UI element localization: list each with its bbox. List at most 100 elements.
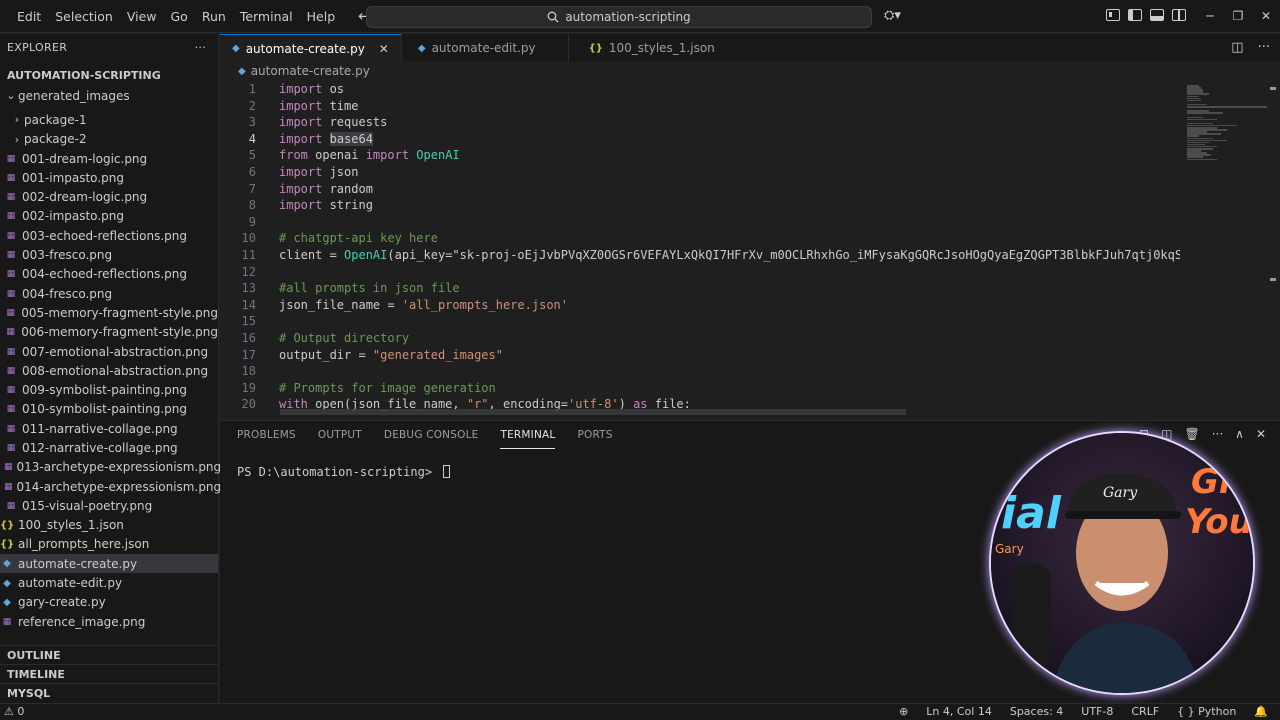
code-line[interactable]: 13 #all prompts in json file — [220, 280, 1180, 297]
tab-output[interactable]: OUTPUT — [318, 421, 362, 449]
code-line[interactable]: 2 import time — [220, 98, 1180, 115]
tree-item[interactable]: ◆ automate-create.py — [0, 554, 218, 574]
tree-item[interactable]: ▦ 001-dream-logic.png — [0, 149, 218, 168]
code-line[interactable]: 4 import base64 — [220, 131, 1180, 148]
menu-edit[interactable]: Edit — [10, 0, 48, 33]
tree-item[interactable]: ◆ automate-edit.py — [0, 573, 218, 592]
section-mysql[interactable]: MYSQL — [0, 683, 219, 702]
close-panel-icon[interactable]: ✕ — [1256, 427, 1266, 441]
code-line[interactable]: 3 import requests — [220, 114, 1180, 131]
chevron-down-icon[interactable]: ⌄ — [4, 89, 18, 102]
tree-item[interactable]: ▦ 001-impasto.png — [0, 168, 218, 187]
horizontal-scrollbar[interactable] — [280, 409, 906, 415]
code-line[interactable]: 6 import json — [220, 164, 1180, 181]
tab-terminal[interactable]: TERMINAL — [500, 421, 556, 449]
tree-item[interactable]: ▦ 002-impasto.png — [0, 207, 218, 226]
customize-layout-icon[interactable] — [1106, 9, 1120, 21]
menu-selection[interactable]: Selection — [48, 0, 120, 33]
split-editor-icon[interactable]: ◫ — [1231, 40, 1243, 55]
tree-item[interactable]: ▦ 004-echoed-reflections.png — [0, 265, 218, 284]
menu-go[interactable]: Go — [164, 0, 195, 33]
toggle-panel-icon[interactable] — [1150, 9, 1164, 21]
code-line[interactable]: 10 # chatgpt-api key here — [220, 230, 1180, 247]
tree-item[interactable]: ▦ 005-memory-fragment-style.png — [0, 303, 218, 322]
code-line[interactable]: 15 — [220, 313, 1180, 330]
minimap[interactable] — [1183, 81, 1268, 416]
more-actions-icon[interactable]: ··· — [1258, 40, 1270, 55]
menu-terminal[interactable]: Terminal — [233, 0, 300, 33]
workspace-folder[interactable]: AUTOMATION-SCRIPTING — [0, 64, 218, 86]
code-line[interactable]: 16 # Output directory — [220, 330, 1180, 347]
code-line[interactable]: 8 import string — [220, 197, 1180, 214]
tab-100-styles[interactable]: {} 100_styles_1.json — [569, 34, 727, 62]
code-line[interactable]: 12 — [220, 264, 1180, 281]
tree-item[interactable]: ▦ 010-symbolist-painting.png — [0, 400, 218, 419]
code-line[interactable]: 1 import os — [220, 81, 1180, 98]
code-line[interactable]: 11 client = OpenAI(api_key="sk-proj-oEjJv… — [220, 247, 1180, 264]
code-line[interactable]: 19 # Prompts for image generation — [220, 380, 1180, 397]
code-line[interactable]: 9 — [220, 214, 1180, 231]
vertical-scrollbar[interactable] — [1268, 81, 1280, 416]
section-timeline[interactable]: TIMELINE — [0, 664, 219, 683]
problems-status[interactable]: ⚠ 0 — [4, 705, 24, 718]
tree-item[interactable]: ▦ 013-archetype-expressionism.png — [0, 458, 221, 477]
tree-item[interactable]: {} all_prompts_here.json — [0, 535, 218, 554]
restore-icon[interactable]: ❐ — [1224, 0, 1252, 33]
breadcrumb[interactable]: ◆ automate-create.py — [238, 64, 370, 78]
maximize-panel-icon[interactable]: ∧ — [1235, 427, 1244, 441]
tree-item[interactable]: ▦ 003-echoed-reflections.png — [0, 226, 218, 245]
code-line[interactable]: 17 output_dir = "generated_images" — [220, 347, 1180, 364]
tree-item[interactable]: ◆ gary-create.py — [0, 593, 218, 612]
toggle-primary-sidebar-icon[interactable] — [1128, 9, 1142, 21]
tree-item[interactable]: ▦ 002-dream-logic.png — [0, 187, 218, 206]
trash-icon[interactable]: 🗑 — [1184, 427, 1199, 441]
tree-item[interactable]: ▦ 012-narrative-collage.png — [0, 438, 218, 457]
section-outline[interactable]: OUTLINE — [0, 645, 219, 664]
tree-item[interactable]: ▦ 006-memory-fragment-style.png — [0, 323, 218, 342]
cursor-position[interactable]: Ln 4, Col 14 — [926, 705, 992, 718]
tree-item[interactable]: ▦ reference_image.png — [0, 612, 218, 631]
more-actions-icon[interactable]: ··· — [1212, 427, 1223, 441]
chevron-right-icon[interactable]: › — [10, 133, 24, 146]
tree-item[interactable]: ▦ 009-symbolist-painting.png — [0, 380, 218, 399]
menu-run[interactable]: Run — [195, 0, 233, 33]
indentation[interactable]: Spaces: 4 — [1010, 705, 1063, 718]
menu-help[interactable]: Help — [300, 0, 343, 33]
tab-debug-console[interactable]: DEBUG CONSOLE — [384, 421, 479, 449]
command-center-search[interactable]: automation-scripting — [366, 6, 872, 28]
close-icon[interactable]: ✕ — [379, 42, 389, 56]
code-line[interactable]: 7 import random — [220, 181, 1180, 198]
tree-item[interactable]: {} 100_styles_1.json — [0, 516, 218, 535]
code-line[interactable]: 18 — [220, 363, 1180, 380]
code-editor[interactable]: 1 import os 2 import time 3 import requests 4 i… — [220, 81, 1180, 416]
encoding[interactable]: UTF-8 — [1081, 705, 1113, 718]
menu-view[interactable]: View — [120, 0, 164, 33]
end-of-line[interactable]: CRLF — [1131, 705, 1159, 718]
tab-automate-edit[interactable]: ◆ automate-edit.py — [402, 34, 569, 62]
tab-problems[interactable]: PROBLEMS — [237, 421, 296, 449]
tab-ports[interactable]: PORTS — [577, 421, 612, 449]
notifications-icon[interactable]: 🔔 — [1254, 705, 1268, 718]
tree-item[interactable]: › package-2 — [0, 130, 218, 149]
chevron-right-icon[interactable]: › — [10, 113, 24, 126]
tree-item[interactable]: ▦ 015-visual-poetry.png — [0, 496, 218, 515]
tree-item[interactable]: ▦ 014-archetype-expressionism.png — [0, 477, 221, 496]
tree-item[interactable]: ▦ 003-fresco.png — [0, 245, 218, 264]
tree-item[interactable]: ▦ 004-fresco.png — [0, 284, 218, 303]
toggle-secondary-sidebar-icon[interactable] — [1172, 9, 1186, 21]
code-line[interactable]: 5 from openai import OpenAI — [220, 147, 1180, 164]
tab-automate-create[interactable]: ◆ automate-create.py ✕ — [220, 34, 402, 62]
terminal[interactable]: PS D:\automation-scripting> — [237, 465, 451, 479]
copilot-icon[interactable]: ⛭▾ — [884, 8, 901, 23]
tree-item[interactable]: ▦ 007-emotional-abstraction.png — [0, 342, 218, 361]
tree-item[interactable]: ▦ 011-narrative-collage.png — [0, 419, 218, 438]
minimize-icon[interactable]: ─ — [1196, 0, 1224, 33]
close-window-icon[interactable]: ✕ — [1252, 0, 1280, 33]
tree-item[interactable]: ▦ 008-emotional-abstraction.png — [0, 361, 218, 380]
zoom-icon[interactable]: ⊕ — [899, 705, 908, 718]
tree-item[interactable]: ⌄ generated_images — [0, 86, 218, 105]
more-actions-icon[interactable]: ··· — [195, 41, 206, 54]
language-mode[interactable]: { } Python — [1177, 705, 1236, 718]
tree-item[interactable]: › package-1 — [0, 110, 218, 129]
code-line[interactable]: 14 json_file_name = 'all_prompts_here.jso… — [220, 297, 1180, 314]
